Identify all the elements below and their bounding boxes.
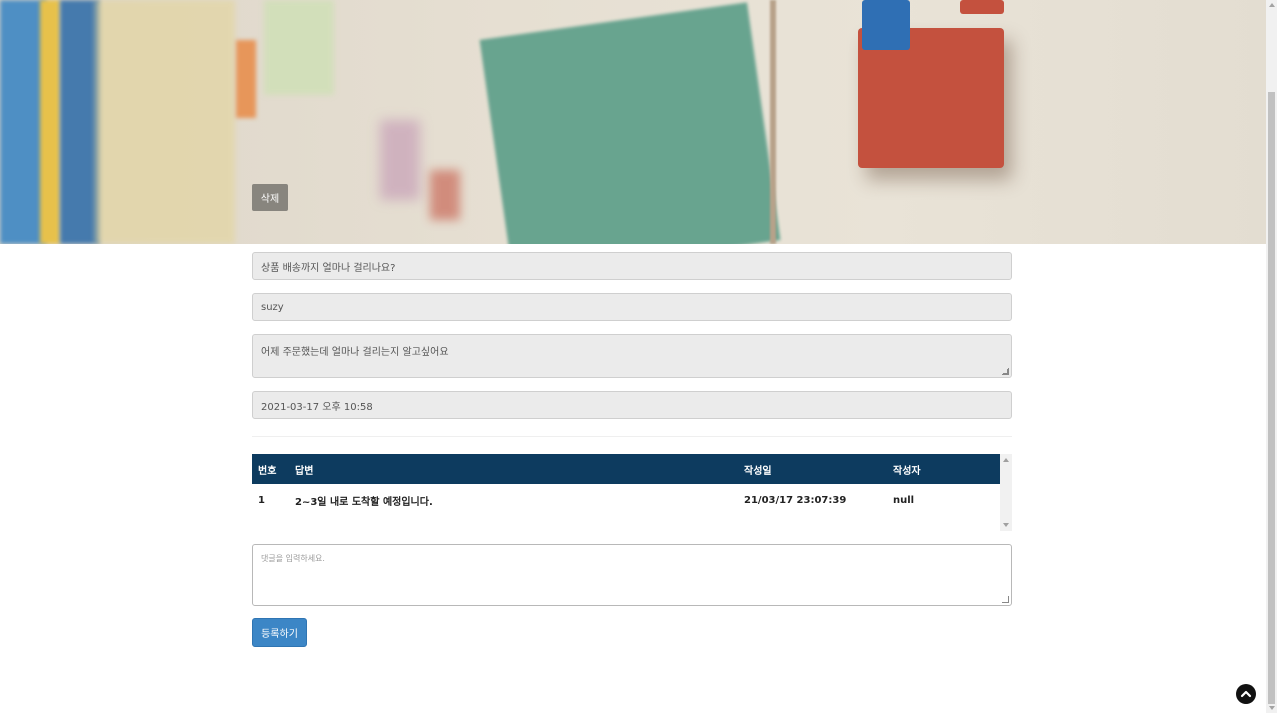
reply-table-header: 번호 답변 작성일 작성자 (252, 454, 1000, 484)
hero-banner: 삭제 (0, 0, 1266, 244)
resize-grip-icon[interactable] (1002, 368, 1009, 375)
scroll-down-arrow-icon[interactable] (1269, 706, 1275, 710)
delete-button[interactable]: 삭제 (252, 184, 288, 211)
divider (252, 436, 1012, 437)
hero-decor (380, 120, 420, 200)
reply-answer: 2~3일 내로 도착할 예정입니다. (295, 496, 433, 508)
date-field[interactable]: 2021-03-17 오후 10:58 (252, 391, 1012, 419)
hero-decor (479, 2, 781, 244)
reply-date: 21/03/17 23:07:39 (744, 494, 847, 506)
table-row: 1 2~3일 내로 도착할 예정입니다. 21/03/17 23:07:39 n… (252, 484, 1000, 516)
comment-input[interactable] (252, 544, 1012, 606)
reply-no: 1 (258, 494, 265, 506)
reply-list-scrollbar[interactable] (1000, 454, 1012, 531)
hero-decor (862, 0, 910, 50)
content-field[interactable]: 어제 주문했는데 얼마나 걸리는지 알고싶어요 (252, 334, 1012, 378)
title-field[interactable]: 상품 배송까지 얼마나 걸리나요? (252, 252, 1012, 280)
author-value: suzy (261, 301, 284, 313)
header-date: 작성일 (738, 454, 887, 484)
resize-grip-icon[interactable] (1002, 596, 1009, 603)
date-value: 2021-03-17 오후 10:58 (261, 401, 373, 413)
hero-decor (236, 40, 256, 118)
header-answer: 답변 (289, 454, 738, 484)
author-field[interactable]: suzy (252, 293, 1012, 321)
hero-decor (264, 0, 334, 95)
hero-decor (60, 0, 100, 244)
chevron-up-circle-icon (1240, 690, 1252, 698)
title-value: 상품 배송까지 얼마나 걸리나요? (261, 262, 396, 274)
content-value: 어제 주문했는데 얼마나 걸리는지 알고싶어요 (261, 347, 449, 358)
header-no: 번호 (252, 454, 289, 484)
scroll-top-button[interactable] (1236, 684, 1256, 704)
header-writer: 작성자 (887, 454, 1000, 484)
hero-decor (95, 0, 235, 244)
submit-button[interactable]: 등록하기 (252, 618, 307, 647)
reply-table: 번호 답변 작성일 작성자 1 2~3일 내로 도착할 예정입니다. 21/03… (252, 454, 1000, 516)
reply-list: 번호 답변 작성일 작성자 1 2~3일 내로 도착할 예정입니다. 21/03… (252, 454, 1012, 531)
scrollbar-thumb[interactable] (1268, 92, 1275, 704)
scroll-up-arrow-icon[interactable] (1003, 458, 1009, 462)
scroll-down-arrow-icon[interactable] (1003, 523, 1009, 527)
page-scrollbar[interactable] (1266, 0, 1277, 713)
hero-decor (770, 0, 776, 244)
hero-decor (960, 0, 1004, 14)
reply-writer: null (893, 494, 915, 506)
page: 삭제 상품 배송까지 얼마나 걸리나요? suzy 어제 주문했는데 얼마나 걸… (0, 0, 1277, 713)
hero-decor (430, 170, 460, 220)
scroll-up-arrow-icon[interactable] (1269, 3, 1275, 7)
hero-decor (40, 0, 60, 244)
